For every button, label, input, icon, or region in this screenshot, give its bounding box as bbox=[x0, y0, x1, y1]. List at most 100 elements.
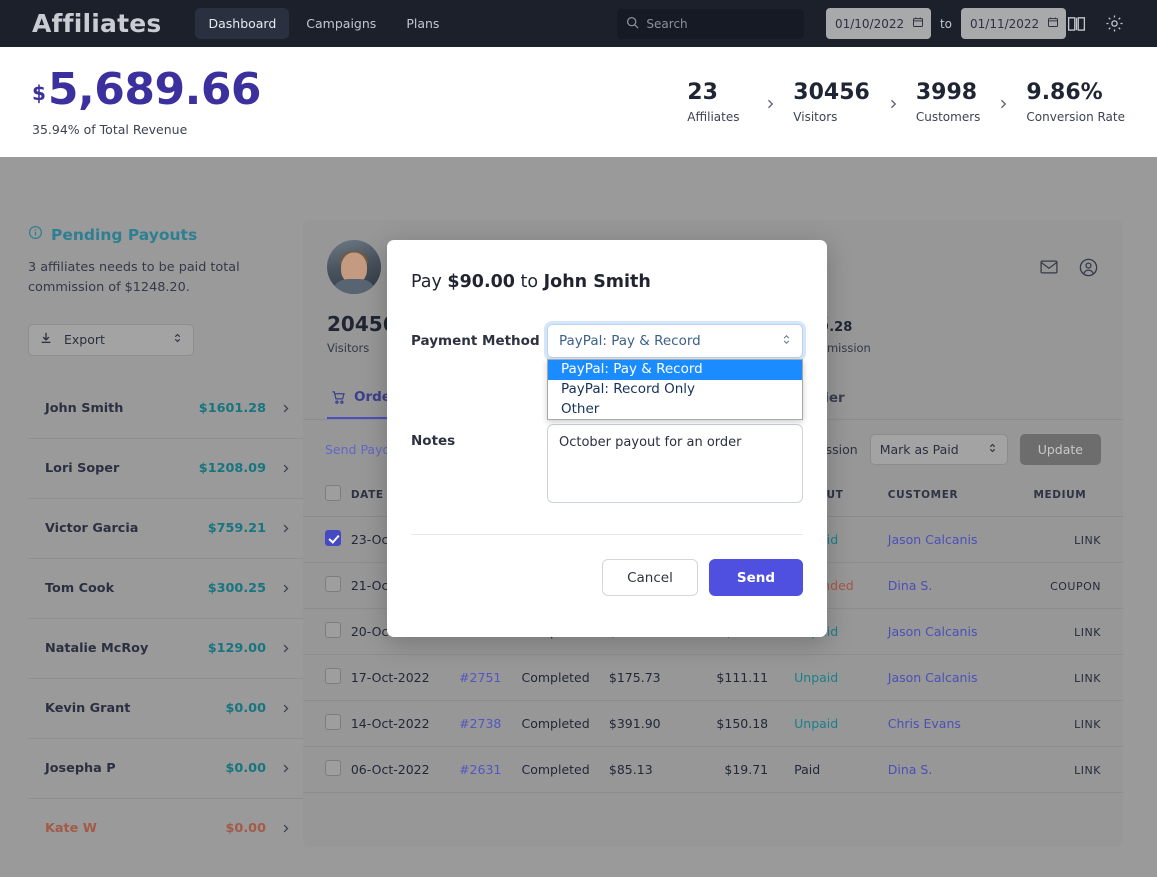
cell-medium: LINK bbox=[1033, 608, 1123, 655]
payment-method-options: PayPal: Pay & Record PayPal: Record Only… bbox=[547, 359, 803, 421]
kpi-value: 23 bbox=[687, 79, 718, 105]
order-link[interactable]: #2631 bbox=[459, 762, 501, 777]
kpi-visitors: 30456 Visitors bbox=[793, 80, 870, 124]
affiliate-name: Tom Cook bbox=[45, 580, 115, 596]
status-badge: Unpaid bbox=[794, 716, 839, 731]
date-to-field[interactable]: 01/11/2022 bbox=[961, 8, 1066, 39]
cell-customer: Jason Calcanis bbox=[887, 608, 1034, 655]
summary-stats-bar: $ 5,689.66 35.94% of Total Revenue 23 Af… bbox=[0, 47, 1157, 157]
payment-method-select[interactable]: PayPal: Pay & Record bbox=[547, 324, 803, 358]
mail-icon[interactable] bbox=[1039, 257, 1059, 277]
nav-link-campaigns[interactable]: Campaigns bbox=[293, 8, 389, 39]
cell-payout: Unpaid bbox=[794, 654, 888, 701]
row-checkbox[interactable] bbox=[325, 576, 341, 592]
table-row[interactable]: 17-Oct-2022 #2751 Completed $175.73 $111… bbox=[303, 654, 1123, 701]
affiliate-name: Kevin Grant bbox=[45, 700, 131, 716]
search-icon bbox=[626, 14, 639, 33]
kpi-affiliates: 23 Affiliates bbox=[687, 80, 747, 124]
cancel-button[interactable]: Cancel bbox=[602, 559, 698, 596]
revenue-amount: 5,689.66 bbox=[47, 63, 262, 115]
modal-title-name: John Smith bbox=[543, 272, 651, 292]
cell-payout: Unpaid bbox=[794, 700, 888, 747]
date-from-field[interactable]: 01/10/2022 bbox=[825, 8, 931, 39]
row-checkbox[interactable] bbox=[325, 760, 341, 776]
cell-status: Completed bbox=[521, 654, 609, 701]
cell-order: #2631 bbox=[459, 746, 522, 793]
cell-commission: $150.18 bbox=[704, 700, 795, 747]
cell-status: Completed bbox=[521, 746, 609, 793]
chevron-right-icon bbox=[280, 763, 291, 774]
customer-link[interactable]: Dina S. bbox=[888, 762, 933, 777]
customer-link[interactable]: Jason Calcanis bbox=[888, 624, 978, 639]
gear-icon[interactable] bbox=[1104, 13, 1125, 34]
order-link[interactable]: #2751 bbox=[459, 670, 501, 685]
option-other[interactable]: Other bbox=[548, 400, 802, 420]
table-row[interactable]: 14-Oct-2022 #2738 Completed $391.90 $150… bbox=[303, 700, 1123, 747]
kpi-value: 3998 bbox=[915, 79, 978, 105]
search-box[interactable] bbox=[617, 8, 804, 39]
cell-customer: Dina S. bbox=[887, 562, 1034, 609]
pending-payouts-header: Pending Payouts bbox=[28, 225, 304, 244]
export-label: Export bbox=[64, 332, 105, 348]
nav-link-plans[interactable]: Plans bbox=[393, 8, 452, 39]
cell-medium: LINK bbox=[1033, 700, 1123, 747]
affiliates-dashboard: Affiliates Dashboard Campaigns Plans 01/… bbox=[0, 0, 1157, 877]
search-input[interactable] bbox=[646, 16, 795, 31]
col-select bbox=[303, 479, 351, 517]
list-item[interactable]: John Smith $1601.28 bbox=[28, 378, 304, 439]
date-from-value: 01/10/2022 bbox=[834, 16, 905, 31]
affiliate-list: John Smith $1601.28 Lori Soper $1208.09 … bbox=[28, 378, 304, 859]
list-item[interactable]: Natalie McRoy $129.00 bbox=[28, 618, 304, 679]
book-icon[interactable] bbox=[1066, 13, 1087, 34]
status-badge: Paid bbox=[794, 762, 821, 777]
payment-method-label: Payment Method bbox=[411, 333, 540, 349]
cell-payout: Paid bbox=[794, 746, 888, 793]
kpi-label: Affiliates bbox=[687, 110, 740, 125]
row-checkbox[interactable] bbox=[325, 668, 341, 684]
list-item[interactable]: Josepha P $0.00 bbox=[28, 738, 304, 799]
affiliate-name: Kate W bbox=[45, 821, 97, 837]
customer-link[interactable]: Chris Evans bbox=[888, 716, 961, 731]
calendar-icon bbox=[912, 16, 924, 31]
customer-link[interactable]: Dina S. bbox=[888, 578, 933, 593]
cell-commission: $111.11 bbox=[704, 654, 795, 701]
pending-payouts-sidebar: Pending Payouts 3 affiliates needs to be… bbox=[28, 225, 304, 859]
list-item[interactable]: Lori Soper $1208.09 bbox=[28, 438, 304, 499]
app-brand: Affiliates bbox=[32, 9, 162, 38]
cell-total: $391.90 bbox=[608, 700, 705, 747]
row-select-cell bbox=[303, 746, 351, 793]
nav-link-dashboard[interactable]: Dashboard bbox=[195, 8, 290, 39]
list-item[interactable]: Kate W $0.00 bbox=[28, 798, 304, 859]
cell-medium: LINK bbox=[1033, 654, 1123, 701]
row-checkbox[interactable] bbox=[325, 622, 341, 638]
revenue-subtitle: 35.94% of Total Revenue bbox=[32, 121, 188, 137]
export-button[interactable]: Export bbox=[28, 323, 194, 356]
select-all-checkbox[interactable] bbox=[325, 485, 341, 501]
cell-total: $175.73 bbox=[608, 654, 705, 701]
update-button[interactable]: Update bbox=[1019, 434, 1101, 465]
nav-icon-group bbox=[1066, 13, 1141, 34]
row-checkbox[interactable] bbox=[325, 530, 341, 546]
cell-order: #2738 bbox=[459, 700, 522, 747]
cell-total: $85.13 bbox=[608, 746, 705, 793]
option-paypal-pay-and-record[interactable]: PayPal: Pay & Record bbox=[548, 360, 802, 380]
date-to-value: 01/11/2022 bbox=[970, 16, 1040, 31]
customer-link[interactable]: Jason Calcanis bbox=[888, 670, 978, 685]
user-circle-icon[interactable] bbox=[1078, 257, 1099, 278]
mark-as-paid-select[interactable]: Mark as Paid bbox=[869, 434, 1008, 465]
cart-icon bbox=[331, 390, 346, 405]
currency-symbol: $ bbox=[32, 80, 46, 105]
notes-textarea[interactable] bbox=[547, 424, 803, 503]
customer-link[interactable]: Jason Calcanis bbox=[888, 532, 978, 547]
row-checkbox[interactable] bbox=[325, 714, 341, 730]
order-link[interactable]: #2738 bbox=[459, 716, 501, 731]
send-button[interactable]: Send bbox=[708, 559, 803, 596]
table-row[interactable]: 06-Oct-2022 #2631 Completed $85.13 $19.7… bbox=[303, 746, 1123, 793]
list-item[interactable]: Victor Garcia $759.21 bbox=[28, 498, 304, 559]
list-item[interactable]: Tom Cook $300.25 bbox=[28, 558, 304, 619]
list-item[interactable]: Kevin Grant $0.00 bbox=[28, 678, 304, 739]
option-paypal-record-only[interactable]: PayPal: Record Only bbox=[548, 380, 802, 400]
kpi-label: Conversion Rate bbox=[1026, 110, 1125, 125]
download-icon bbox=[39, 330, 53, 349]
modal-title-mid: to bbox=[514, 272, 544, 292]
